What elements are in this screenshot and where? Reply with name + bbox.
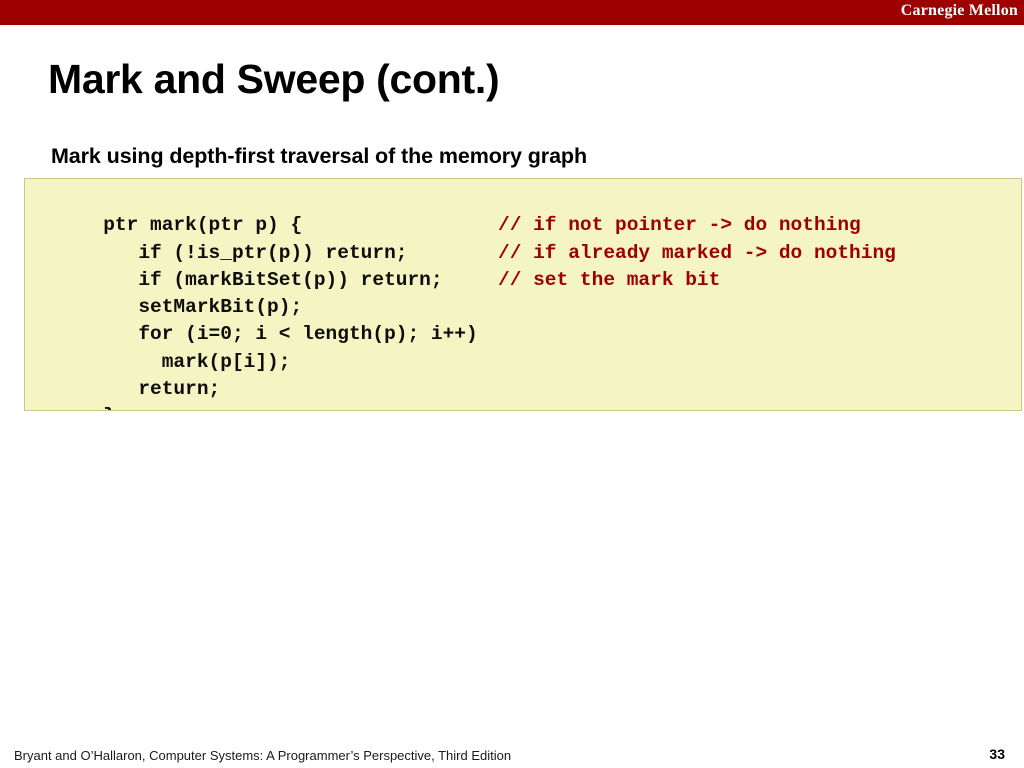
slide-subtitle: Mark using depth-first traversal of the … [51, 144, 587, 168]
slide-number: 33 [989, 746, 1005, 762]
code-line: } [33, 376, 1015, 410]
code-block: ptr mark(ptr p) { if (!is_ptr(p)) return… [24, 178, 1022, 411]
top-banner: Carnegie Mellon [0, 0, 1024, 25]
code-line: if (markBitSet(p)) return; // if already… [33, 240, 1015, 291]
code-line: mark(p[i]); [33, 321, 1015, 373]
code-comment: // if not pointer -> do nothing [498, 214, 861, 237]
institution-label: Carnegie Mellon [900, 2, 1018, 19]
code-line: ptr mark(ptr p) { [33, 185, 1015, 236]
code-line: for (i=0; i < length(p); i++) [33, 294, 1015, 345]
code-line: if (!is_ptr(p)) return; // if not pointe… [33, 212, 1015, 263]
page-title: Mark and Sweep (cont.) [48, 56, 500, 102]
footer-attribution: Bryant and O’Hallaron, Computer Systems:… [14, 748, 512, 763]
code-comment: // if already marked -> do nothing [498, 241, 896, 264]
code-line: return; [33, 349, 1015, 400]
code-line: setMarkBit(p); // set the mark bit [33, 267, 1015, 318]
code-line-list: ptr mark(ptr p) { if (!is_ptr(p)) return… [33, 185, 1015, 410]
code-comment: // set the mark bit [498, 268, 721, 291]
code-text: } [103, 405, 115, 410]
